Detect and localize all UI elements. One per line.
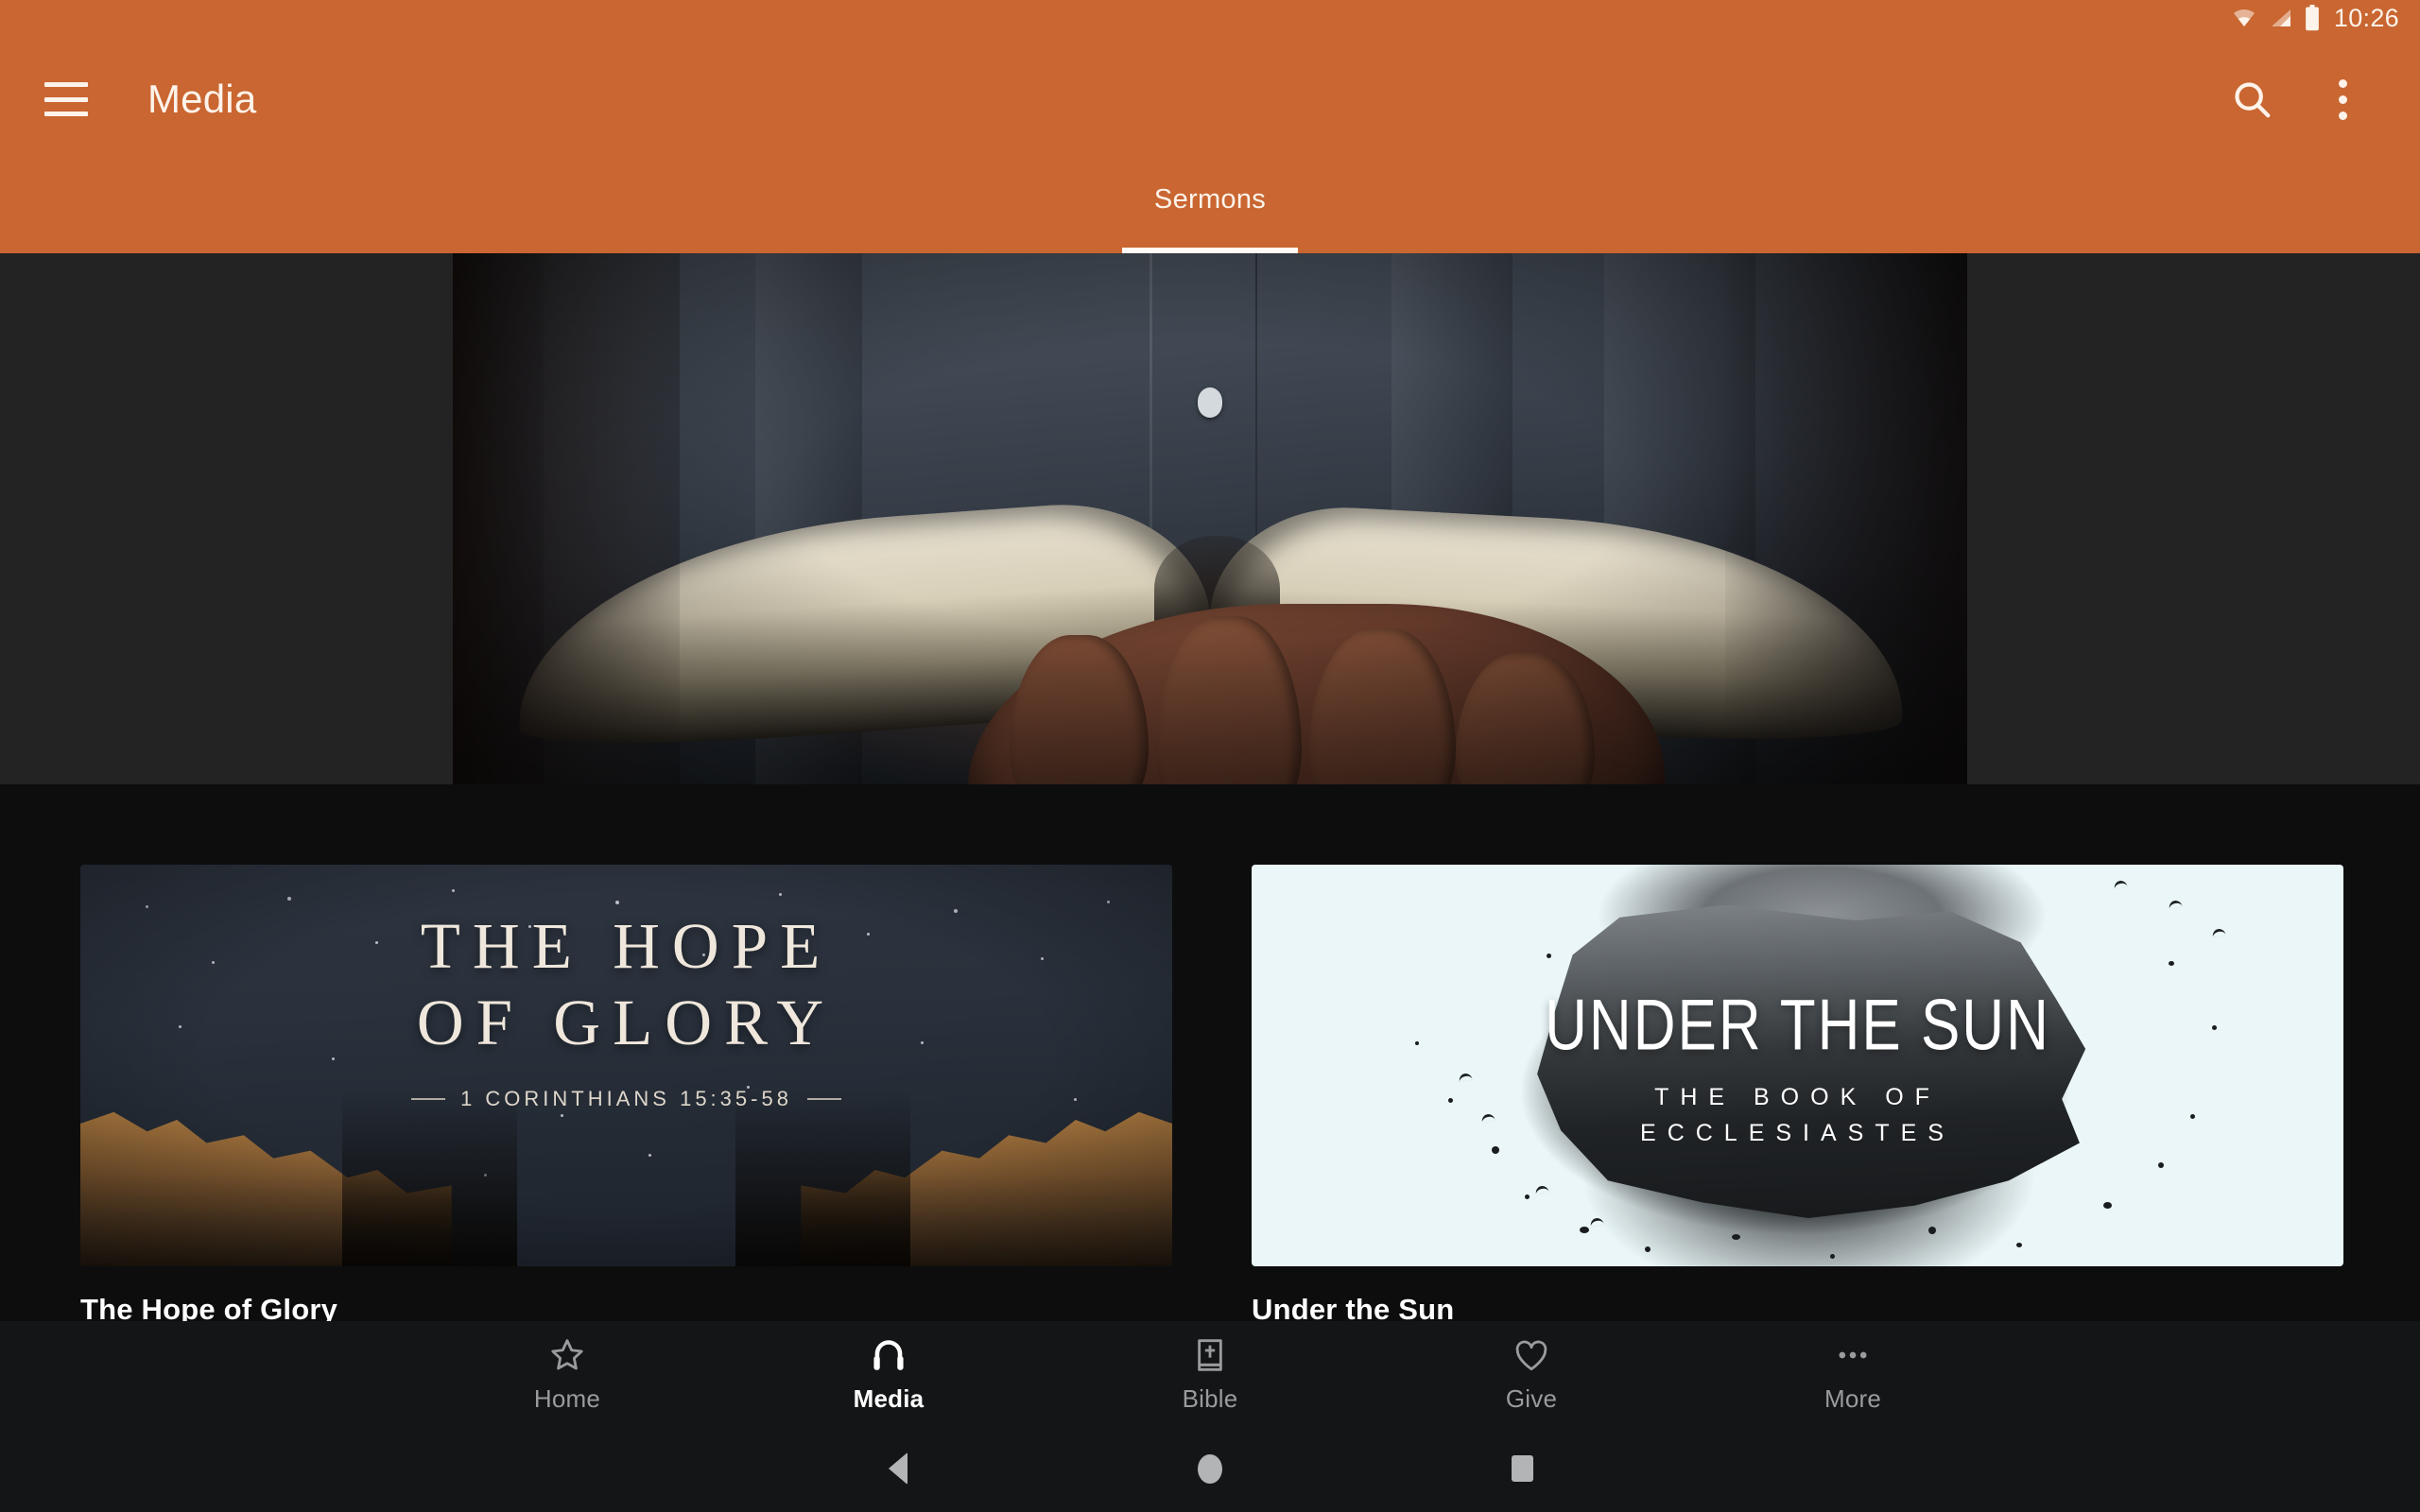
- rule-left: [411, 1097, 446, 1100]
- artwork-headline: UNDER THE SUN: [1545, 986, 2050, 1066]
- artwork-headline-line-1: THE HOPE: [420, 910, 833, 982]
- app-bar-actions: [2206, 54, 2420, 145]
- tab-sermons-label: Sermons: [1153, 183, 1267, 215]
- recents-square-icon[interactable]: [1366, 1425, 1678, 1512]
- sermon-list: THE HOPE OF GLORY 1 CORINTHIANS 15:35-58…: [0, 784, 2420, 1351]
- battery-icon: [2304, 5, 2321, 31]
- nav-item-media[interactable]: Media: [728, 1321, 1049, 1425]
- back-triangle-icon[interactable]: [742, 1425, 1054, 1512]
- sermon-artwork: UNDER THE SUN THE BOOK OF ECCLESIASTES: [1252, 865, 2343, 1266]
- book-cross-icon: [1191, 1333, 1229, 1377]
- heart-outline-icon: [1512, 1333, 1551, 1377]
- star-outline-icon: [547, 1333, 587, 1377]
- rule-right: [806, 1097, 841, 1100]
- cellular-signal-icon: [2268, 7, 2294, 29]
- tab-strip: Sermons: [0, 163, 2420, 253]
- sermon-hero-banner[interactable]: [0, 253, 2420, 784]
- overflow-menu-icon[interactable]: [2297, 54, 2388, 145]
- nav-item-bible[interactable]: Bible: [1049, 1321, 1371, 1425]
- nav-item-more-label: More: [1824, 1383, 1882, 1413]
- nav-item-home-label: Home: [533, 1383, 601, 1413]
- sermon-hero-image: [453, 253, 1967, 784]
- artwork-scripture-reference: 1 CORINTHIANS 15:35-58: [460, 1086, 792, 1110]
- page-title: Media: [147, 77, 257, 121]
- search-icon[interactable]: [2206, 54, 2297, 145]
- sermon-card-under-the-sun[interactable]: UNDER THE SUN THE BOOK OF ECCLESIASTES U…: [1252, 865, 2343, 1327]
- status-bar: 10:26: [0, 0, 2420, 36]
- ellipsis-icon: [1833, 1333, 1873, 1377]
- sermon-card-hope-of-glory[interactable]: THE HOPE OF GLORY 1 CORINTHIANS 15:35-58…: [80, 865, 1172, 1327]
- home-circle-icon[interactable]: [1054, 1425, 1366, 1512]
- android-system-navigation-bar: [0, 1425, 2420, 1512]
- app-bar-row: Media: [0, 36, 2420, 163]
- artwork-subtitle-line-1: THE BOOK OF: [1654, 1084, 1941, 1110]
- sermon-artwork: THE HOPE OF GLORY 1 CORINTHIANS 15:35-58: [80, 865, 1172, 1266]
- nav-item-give[interactable]: Give: [1371, 1321, 1692, 1425]
- bottom-navigation-bar: Home Media Bible Give More: [0, 1321, 2420, 1425]
- nav-item-give-label: Give: [1505, 1383, 1558, 1413]
- nav-item-home[interactable]: Home: [406, 1321, 728, 1425]
- nav-item-bible-label: Bible: [1182, 1383, 1238, 1413]
- nav-item-more[interactable]: More: [1692, 1321, 2014, 1425]
- sermon-card-grid: THE HOPE OF GLORY 1 CORINTHIANS 15:35-58…: [80, 865, 2343, 1327]
- artwork-subtitle-line-2: ECCLESIASTES: [1640, 1120, 1955, 1146]
- nav-item-media-label: Media: [853, 1383, 925, 1413]
- headphones-icon: [869, 1333, 908, 1377]
- hamburger-menu-icon[interactable]: [44, 82, 88, 116]
- artwork-headline-line-2: OF GLORY: [416, 987, 837, 1059]
- app-bar: Media Sermons: [0, 36, 2420, 253]
- status-bar-clock: 10:26: [2333, 3, 2399, 32]
- tab-sermons[interactable]: Sermons: [1121, 163, 1299, 253]
- wifi-icon: [2230, 7, 2258, 29]
